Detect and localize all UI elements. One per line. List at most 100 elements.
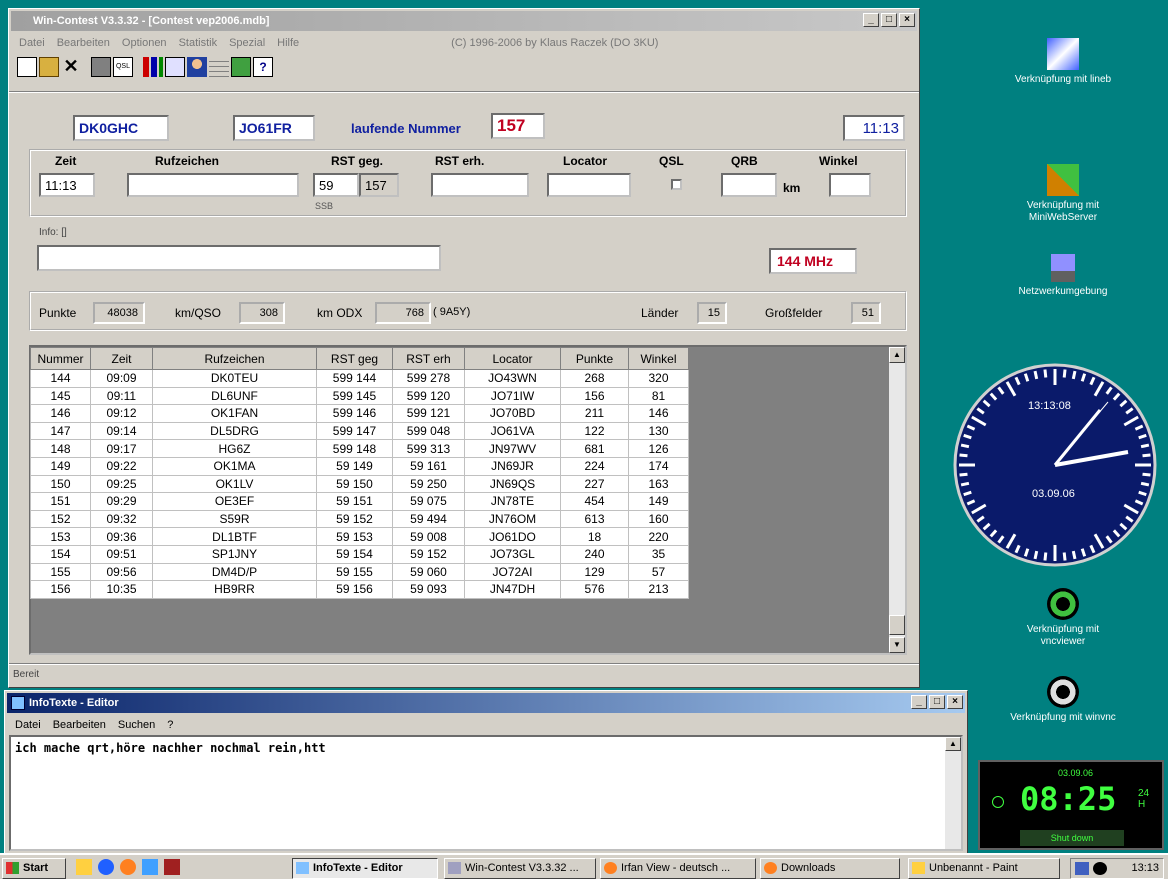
tray-network-icon[interactable] [1075, 862, 1089, 875]
editor-menu-help[interactable]: ? [167, 715, 173, 735]
table-row[interactable]: 153 09:36 DL1BTF 59 153 59 008 JO61DO 18 220 [30, 527, 689, 546]
table-row[interactable]: 152 09:32 S59R 59 152 59 494 JN76OM 613 160 [30, 509, 689, 529]
people-icon[interactable] [142, 859, 158, 875]
open-icon[interactable] [39, 57, 59, 77]
menu-bearbeiten[interactable]: Bearbeiten [57, 33, 110, 53]
tray-clock[interactable]: 13:13 [1131, 862, 1159, 874]
menu-spezial[interactable]: Spezial [229, 33, 265, 53]
info-input[interactable] [37, 245, 441, 271]
grid-icon[interactable] [209, 57, 229, 77]
maximize-button[interactable]: □ [881, 13, 897, 27]
taskbar-item-editor[interactable]: InfoTexte - Editor [292, 858, 438, 879]
winkel-input[interactable] [829, 173, 871, 197]
taskbar-item-downloads[interactable]: Downloads [760, 858, 900, 879]
table-cell: HG6Z [152, 439, 317, 458]
table-row[interactable]: 151 09:29 OE3EF 59 151 59 075 JN78TE 454 149 [30, 492, 689, 511]
delete-icon[interactable]: ✕ [61, 57, 81, 77]
table-cell: 153 [30, 527, 91, 546]
table-row[interactable]: 147 09:14 DL5DRG 599 147 599 048 JO61VA 122 130 [30, 421, 689, 441]
column-header[interactable]: Nummer [30, 347, 91, 370]
menu-optionen[interactable]: Optionen [122, 33, 167, 53]
new-icon[interactable] [17, 57, 37, 77]
editor-menu-bearbeiten[interactable]: Bearbeiten [53, 715, 106, 735]
shutdown-button[interactable]: Shut down [1020, 830, 1124, 846]
menu-hilfe[interactable]: Hilfe [277, 33, 299, 53]
table-row[interactable]: 154 09:51 SP1JNY 59 154 59 152 JO73GL 240 35 [30, 544, 689, 564]
taskbar-item-paint[interactable]: Unbenannt - Paint [908, 858, 1060, 879]
own-callsign-field[interactable]: DK0GHC [73, 115, 169, 141]
editor-maximize-button[interactable]: □ [929, 695, 945, 709]
zeit-input[interactable]: 11:13 [39, 173, 95, 197]
column-header[interactable]: Punkte [560, 347, 629, 370]
rst-erh-input[interactable] [431, 173, 529, 197]
desktop-icon[interactable] [76, 859, 92, 875]
tray-vnc-icon[interactable] [1093, 862, 1107, 875]
ie-icon[interactable] [98, 859, 114, 875]
map-icon[interactable] [231, 57, 251, 77]
table-row[interactable]: 149 09:22 OK1MA 59 149 59 161 JN69JR 224 174 [30, 456, 689, 476]
stats-icon[interactable] [143, 57, 163, 77]
scroll-down-icon[interactable]: ▼ [889, 637, 905, 653]
desktop-icon-miniwebserver[interactable]: Verknüpfung mit MiniWebServer [1008, 164, 1118, 224]
punkte-value: 48038 [93, 302, 145, 324]
save-icon[interactable] [164, 859, 180, 875]
editor-menu-suchen[interactable]: Suchen [118, 715, 155, 735]
help-icon[interactable]: ? [253, 57, 273, 77]
column-header[interactable]: Winkel [628, 347, 689, 370]
editor-scrollbar[interactable]: ▲ [945, 737, 961, 849]
desktop-icon-lineb[interactable]: Verknüpfung mit lineb [1008, 38, 1118, 86]
table-row[interactable]: 144 09:09 DK0TEU 599 144 599 278 JO43WN 268 320 [30, 369, 689, 388]
table-row[interactable]: 155 09:56 DM4D/P 59 155 59 060 JO72AI 129 57 [30, 562, 689, 582]
paint-icon [912, 862, 925, 874]
desktop-icon-winvnc[interactable]: Verknüpfung mit winvnc [1008, 676, 1118, 724]
taskbar-item-wincontest[interactable]: Win-Contest V3.3.32 ... [444, 858, 596, 879]
column-header[interactable]: Zeit [90, 347, 153, 370]
rst-geg-input[interactable]: 59 [313, 173, 359, 197]
editor-title-bar[interactable]: InfoTexte - Editor [7, 693, 965, 713]
person-icon[interactable] [187, 57, 207, 77]
own-locator-field[interactable]: JO61FR [233, 115, 315, 141]
log-scrollbar[interactable]: ▲ ▼ [889, 347, 905, 653]
table-row[interactable]: 150 09:25 OK1LV 59 150 59 250 JN69QS 227 163 [30, 474, 689, 494]
desktop-label-vncviewer: Verknüpfung mit vncviewer [1026, 624, 1100, 647]
main-title-bar[interactable]: Win-Contest V3.3.32 - [Contest vep2006.m… [11, 11, 917, 31]
table-row[interactable]: 148 09:17 HG6Z 599 148 599 313 JN97WV 681 126 [30, 439, 689, 458]
firefox-icon[interactable] [120, 859, 136, 875]
qsl-checkbox[interactable] [671, 179, 682, 190]
column-header[interactable]: RST erh [392, 347, 465, 370]
minimize-button[interactable]: _ [863, 13, 879, 27]
rufzeichen-input[interactable] [127, 173, 299, 197]
table-cell: 150 [30, 474, 91, 494]
editor-scroll-up-icon[interactable]: ▲ [945, 737, 961, 751]
clock-field: 11:13 [843, 115, 905, 141]
start-button[interactable]: Start [2, 858, 66, 879]
scroll-thumb[interactable] [889, 615, 905, 635]
editor-text-area[interactable]: ich mache qrt,höre nachher nochmal rein,… [9, 735, 963, 851]
table-cell: 59 154 [316, 544, 393, 564]
table-row[interactable]: 156 10:35 HB9RR 59 156 59 093 JN47DH 576 213 [30, 580, 689, 599]
locator-input[interactable] [547, 173, 631, 197]
system-tray: 13:13 [1070, 858, 1164, 879]
table-cell: 18 [560, 527, 629, 546]
column-header[interactable]: RST geg [316, 347, 393, 370]
close-button[interactable]: × [899, 13, 915, 27]
table-cell: DL1BTF [152, 527, 317, 546]
editor-close-button[interactable]: × [947, 695, 963, 709]
table-row[interactable]: 146 09:12 OK1FAN 599 146 599 121 JO70BD 211 146 [30, 404, 689, 423]
copy-icon[interactable] [165, 57, 185, 77]
column-header[interactable]: Rufzeichen [152, 347, 317, 370]
column-header[interactable]: Locator [464, 347, 561, 370]
taskbar-item-irfanview[interactable]: Irfan View - deutsch ... [600, 858, 756, 879]
table-cell: 454 [560, 492, 629, 511]
print-icon[interactable] [91, 57, 111, 77]
qsl-icon[interactable]: QSL [113, 57, 133, 77]
desktop-icon-vncviewer[interactable]: Verknüpfung mit vncviewer [1008, 588, 1118, 648]
qrb-input[interactable] [721, 173, 777, 197]
editor-menu-datei[interactable]: Datei [15, 715, 41, 735]
menu-datei[interactable]: Datei [19, 33, 45, 53]
menu-statistik[interactable]: Statistik [179, 33, 218, 53]
desktop-icon-netzwerk[interactable]: Netzwerkumgebung [1008, 254, 1118, 298]
scroll-up-icon[interactable]: ▲ [889, 347, 905, 363]
table-row[interactable]: 145 09:11 DL6UNF 599 145 599 120 JO71IW 156 81 [30, 386, 689, 406]
editor-minimize-button[interactable]: _ [911, 695, 927, 709]
